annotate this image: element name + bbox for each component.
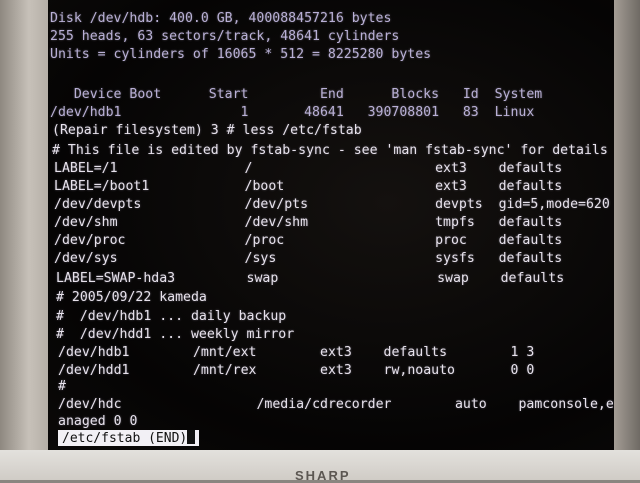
monitor-bezel-right (614, 0, 640, 455)
terminal-line: Device Boot Start End Blocks Id System (50, 87, 543, 102)
terminal-line: # This file is edited by fstab-sync - se… (52, 143, 608, 158)
monitor-brand-logo: SHARP (295, 468, 351, 483)
terminal-line: anaged 0 0 (58, 414, 138, 429)
terminal-line: LABEL=SWAP-hda3 swap swap defaults 0 0 (56, 271, 614, 286)
terminal-line: /dev/devpts /dev/pts devpts gid=5,mode=6… (54, 197, 614, 212)
terminal-line: LABEL=/boot1 /boot ext3 defaults 1 2 (54, 179, 614, 194)
terminal-line: # 2005/09/22 kameda (56, 290, 207, 305)
terminal-line: # /dev/hdb1 ... daily backup (56, 309, 287, 324)
terminal-line: # (58, 379, 66, 394)
terminal-line: Units = cylinders of 16065 * 512 = 82252… (50, 47, 432, 62)
monitor-bezel-left (0, 0, 48, 455)
terminal-line: /dev/hdd1 /mnt/rex ext3 rw,noauto 0 0 (58, 363, 535, 378)
terminal-line: /dev/hdc /media/cdrecorder auto pamconso… (58, 397, 614, 412)
terminal-line: Disk /dev/hdb: 400.0 GB, 400088457216 by… (50, 11, 392, 26)
pager-status-bar: /etc/fstab (END) (58, 430, 200, 446)
terminal-screen[interactable]: Disk /dev/hdb: 400.0 GB, 400088457216 by… (48, 0, 614, 450)
terminal-line: 255 heads, 63 sectors/track, 48641 cylin… (50, 29, 400, 44)
terminal-line: LABEL=/1 / ext3 defaults 1 1 (54, 161, 614, 176)
terminal-prompt-line: (Repair filesystem) 3 # less /etc/fstab (52, 123, 362, 138)
terminal-cursor (187, 430, 196, 444)
pager-status-text: /etc/fstab (END) (62, 431, 188, 446)
terminal-line: /dev/hdb1 1 48641 390708801 83 Linux (50, 105, 535, 120)
terminal-line: /dev/shm /dev/shm tmpfs defaults 0 0 (54, 215, 614, 230)
terminal-line: /dev/hdb1 /mnt/ext ext3 defaults 1 3 (58, 345, 535, 360)
terminal-line: /dev/sys /sys sysfs defaults 0 0 (54, 251, 614, 266)
terminal-line: /dev/proc /proc proc defaults 0 0 (54, 233, 614, 248)
terminal-line: # /dev/hdd1 ... weekly mirror (56, 327, 295, 342)
